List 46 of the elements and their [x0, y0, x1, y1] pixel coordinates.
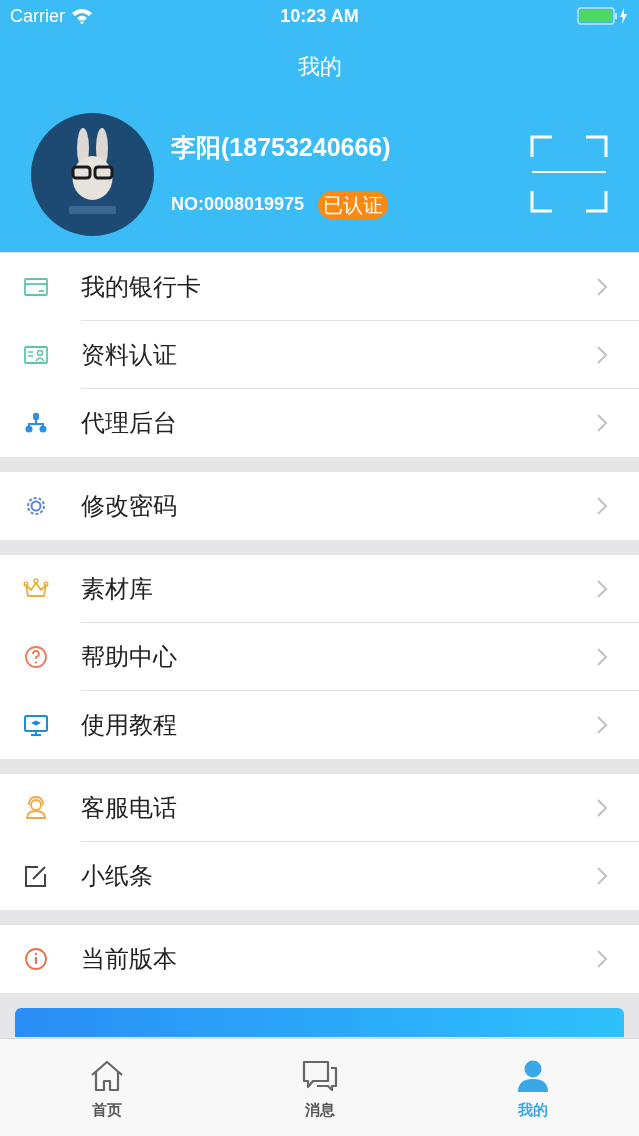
member-number: NO:0008019975	[171, 193, 305, 217]
info-icon	[22, 945, 50, 973]
menu-row[interactable]: 我的银行卡	[0, 253, 639, 321]
menu-label: 当前版本	[81, 944, 178, 974]
menu-label: 代理后台	[81, 408, 178, 438]
menu-row[interactable]: 客服电话	[0, 774, 639, 842]
carrier-label: Carrier	[10, 4, 65, 28]
chat-icon	[300, 1059, 339, 1094]
menu-row[interactable]: 素材库	[0, 555, 639, 623]
scan-icon[interactable]	[530, 135, 608, 213]
chevron-icon	[596, 949, 608, 969]
menu-row[interactable]: 小纸条	[0, 842, 639, 910]
person-icon	[515, 1059, 550, 1094]
user-name: 李阳(18753240666)	[171, 132, 392, 164]
clock-time: 10:23 AM	[280, 4, 359, 28]
battery-icon	[577, 6, 629, 26]
chevron-icon	[596, 715, 608, 735]
menu-label: 素材库	[81, 573, 154, 604]
chevron-icon	[596, 496, 608, 516]
tab-item[interactable]: 消息	[213, 1039, 426, 1136]
chevron-icon	[596, 866, 608, 886]
action-button[interactable]	[15, 1008, 624, 1037]
menu-label: 我的银行卡	[81, 271, 202, 302]
wifi-icon	[71, 8, 93, 24]
menu-row[interactable]: 修改密码	[0, 472, 639, 540]
chevron-icon	[596, 797, 608, 818]
tab-item[interactable]: 首页	[0, 1039, 213, 1136]
menu-label: 使用教程	[81, 710, 178, 740]
chevron-icon	[596, 413, 608, 433]
menu-label: 小纸条	[81, 861, 154, 891]
menu-row[interactable]: 代理后台	[0, 389, 639, 457]
menu-label: 修改密码	[81, 491, 178, 521]
chevron-icon	[596, 578, 608, 599]
menu-row[interactable]: 当前版本	[0, 925, 639, 993]
menu-label: 帮助中心	[81, 641, 178, 672]
menu-label: 客服电话	[81, 792, 178, 823]
menu-row[interactable]: 使用教程	[0, 691, 639, 759]
chevron-icon	[596, 646, 608, 667]
menu-row[interactable]: 资料认证	[0, 321, 639, 389]
verified-badge: 已认证	[318, 190, 389, 219]
chevron-icon	[596, 276, 608, 297]
question-icon	[22, 643, 50, 671]
menu-label: 资料认证	[81, 339, 178, 370]
chevron-icon	[596, 344, 608, 365]
page-title: 我的	[297, 52, 342, 81]
menu-row[interactable]: 帮助中心	[0, 623, 639, 691]
